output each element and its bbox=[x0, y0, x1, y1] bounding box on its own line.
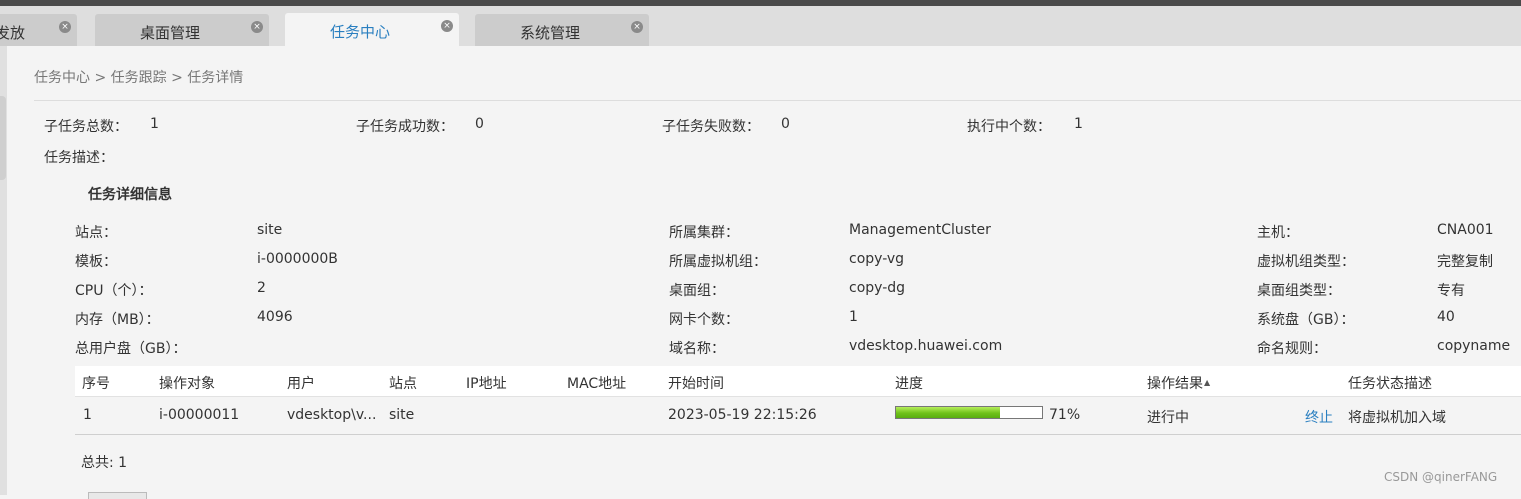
cpu-value: 2 bbox=[257, 280, 266, 296]
cluster-label: 所属集群： bbox=[669, 225, 739, 241]
column-result-label: 操作结果 bbox=[1147, 376, 1203, 392]
column-user[interactable]: 用户 bbox=[287, 373, 315, 393]
subtask-total-value: 1 bbox=[150, 116, 159, 132]
tab-label: 任务中心 bbox=[329, 23, 390, 41]
domain-label: 域名称： bbox=[669, 341, 725, 357]
tab-label: 桌面管理 bbox=[139, 24, 200, 42]
bottom-button[interactable] bbox=[88, 492, 147, 499]
cell-user: vdesktop\v... bbox=[287, 407, 377, 423]
subtask-table: 序号 操作对象 用户 站点 IP地址 MAC地址 开始时间 进度 操作结果▲ 任… bbox=[75, 366, 1521, 435]
template-label: 模板： bbox=[75, 254, 117, 270]
desktop-group-value: copy-dg bbox=[849, 280, 906, 296]
vm-group-label: 所属虚拟机组： bbox=[669, 254, 767, 270]
site-value: site bbox=[257, 222, 283, 238]
memory-label: 内存（MB）： bbox=[75, 312, 160, 328]
task-detail-title: 任务详细信息 bbox=[88, 187, 172, 203]
memory-value: 4096 bbox=[257, 309, 293, 325]
column-status-desc[interactable]: 任务状态描述 bbox=[1348, 373, 1432, 393]
vm-group-type-value: 完整复制 bbox=[1437, 254, 1493, 270]
collapse-handle[interactable] bbox=[0, 96, 6, 180]
left-collapse-bar[interactable] bbox=[0, 46, 7, 495]
column-target[interactable]: 操作对象 bbox=[159, 373, 215, 393]
tab-strip: 发放 × 桌面管理 × 任务中心 × 系统管理 × bbox=[0, 6, 1521, 46]
cluster-value: ManagementCluster bbox=[849, 222, 991, 238]
table-header: 序号 操作对象 用户 站点 IP地址 MAC地址 开始时间 进度 操作结果▲ 任… bbox=[75, 366, 1521, 397]
system-disk-label: 系统盘（GB）： bbox=[1257, 312, 1355, 328]
table-row: 1 i-00000011 vdesktop\v... site 2023-05-… bbox=[75, 397, 1521, 435]
cpu-label: CPU（个）： bbox=[75, 283, 153, 299]
cell-site: site bbox=[389, 407, 415, 423]
watermark: CSDN @qinerFANG bbox=[1384, 470, 1498, 484]
column-progress[interactable]: 进度 bbox=[895, 373, 923, 393]
site-label: 站点： bbox=[75, 225, 117, 241]
divider bbox=[34, 100, 1521, 101]
close-icon[interactable]: × bbox=[251, 21, 263, 33]
naming-rule-value: copyname bbox=[1437, 338, 1511, 354]
tab-label: 系统管理 bbox=[519, 24, 580, 42]
cell-index: 1 bbox=[83, 407, 92, 423]
nic-count-label: 网卡个数： bbox=[669, 312, 739, 328]
column-start-time[interactable]: 开始时间 bbox=[668, 373, 724, 393]
column-site[interactable]: 站点 bbox=[389, 373, 417, 393]
tab-system-management[interactable]: 系统管理 × bbox=[475, 14, 649, 46]
breadcrumb: 任务中心 > 任务跟踪 > 任务详情 bbox=[34, 70, 244, 86]
naming-rule-label: 命名规则： bbox=[1257, 341, 1327, 357]
close-icon[interactable]: × bbox=[59, 21, 71, 33]
cell-result: 进行中 bbox=[1147, 410, 1189, 426]
subtask-fail-value: 0 bbox=[781, 116, 790, 132]
cell-status-desc: 将虚拟机加入域 bbox=[1348, 410, 1446, 426]
progress-fill bbox=[896, 407, 1000, 418]
host-value: CNA001 bbox=[1437, 222, 1494, 238]
stop-link[interactable]: 终止 bbox=[1305, 407, 1333, 427]
column-result[interactable]: 操作结果▲ bbox=[1147, 373, 1210, 393]
running-count-value: 1 bbox=[1074, 116, 1083, 132]
user-disk-label: 总用户盘（GB）： bbox=[75, 341, 187, 357]
nic-count-value: 1 bbox=[849, 309, 858, 325]
vm-group-type-label: 虚拟机组类型： bbox=[1257, 254, 1355, 270]
subtask-fail-label: 子任务失败数： bbox=[662, 119, 760, 135]
column-index[interactable]: 序号 bbox=[82, 373, 110, 393]
close-icon[interactable]: × bbox=[441, 20, 453, 32]
progress-bar bbox=[895, 406, 1043, 419]
template-value: i-0000000B bbox=[257, 251, 338, 267]
running-count-label: 执行中个数： bbox=[967, 119, 1051, 135]
system-disk-value: 40 bbox=[1437, 309, 1455, 325]
task-description-label: 任务描述： bbox=[44, 150, 114, 166]
column-mac[interactable]: MAC地址 bbox=[567, 373, 626, 393]
domain-value: vdesktop.huawei.com bbox=[849, 338, 1003, 354]
tab-provision[interactable]: 发放 × bbox=[0, 14, 77, 46]
desktop-group-type-label: 桌面组类型： bbox=[1257, 283, 1341, 299]
subtask-success-label: 子任务成功数： bbox=[356, 119, 454, 135]
desktop-group-type-value: 专有 bbox=[1437, 283, 1465, 299]
tab-task-center[interactable]: 任务中心 × bbox=[285, 13, 459, 46]
close-icon[interactable]: × bbox=[631, 21, 643, 33]
subtask-total-label: 子任务总数： bbox=[44, 119, 128, 135]
tab-desktop-management[interactable]: 桌面管理 × bbox=[95, 14, 269, 46]
column-ip[interactable]: IP地址 bbox=[466, 373, 507, 393]
cell-target: i-00000011 bbox=[159, 407, 240, 423]
progress-percent: 71% bbox=[1049, 407, 1081, 423]
subtask-success-value: 0 bbox=[475, 116, 484, 132]
vm-group-value: copy-vg bbox=[849, 251, 905, 267]
total-count: 总共: 1 bbox=[81, 455, 128, 471]
sort-asc-icon[interactable]: ▲ bbox=[1204, 378, 1210, 387]
host-label: 主机： bbox=[1257, 225, 1299, 241]
cell-start-time: 2023-05-19 22:15:26 bbox=[668, 407, 817, 423]
desktop-group-label: 桌面组： bbox=[669, 283, 725, 299]
tab-label: 发放 bbox=[0, 24, 25, 42]
